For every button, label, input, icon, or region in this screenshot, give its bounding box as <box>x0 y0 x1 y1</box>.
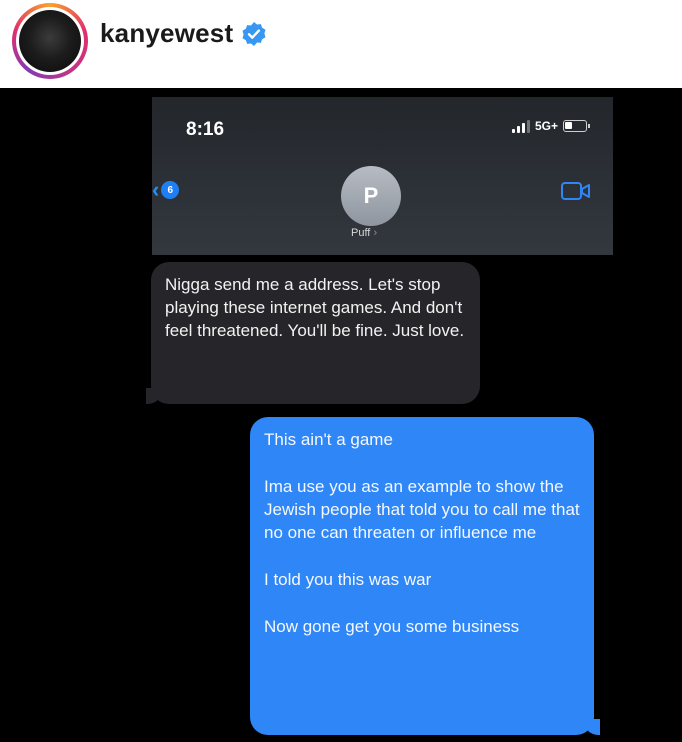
battery-icon <box>563 120 590 132</box>
chevron-right-icon: › <box>373 227 378 239</box>
instagram-post-header: kanyewest <box>0 0 682 88</box>
profile-avatar[interactable] <box>12 3 88 79</box>
signal-bars-icon <box>511 119 530 133</box>
contact-name[interactable]: Puff › <box>351 227 377 239</box>
network-type: 5G+ <box>534 119 558 133</box>
imessage-screenshot: 8:16 5G+ ‹ 6 P Puff › <box>152 97 613 255</box>
outgoing-message-line: Now gone get you some business <box>264 617 520 636</box>
chevron-left-icon: ‹ <box>152 177 160 202</box>
outgoing-message-line: Ima use you as an example to show the Je… <box>264 477 580 542</box>
avatar-border <box>16 7 84 75</box>
status-indicators: 5G+ <box>511 119 590 133</box>
avatar-photo <box>19 10 81 72</box>
incoming-message-text: Nigga send me a address. Let's stop play… <box>165 275 465 340</box>
contact-name-label: Puff <box>351 227 371 239</box>
contact-avatar[interactable]: P <box>341 166 401 226</box>
verified-badge-icon <box>242 22 266 46</box>
incoming-message-bubble[interactable]: Nigga send me a address. Let's stop play… <box>146 262 480 404</box>
back-button[interactable]: ‹ 6 <box>152 177 180 203</box>
status-time: 8:16 <box>186 119 225 140</box>
outgoing-message-line: This ain't a game <box>264 430 393 449</box>
video-camera-icon[interactable] <box>561 181 591 201</box>
outgoing-message-line: I told you this was war <box>264 570 432 589</box>
username[interactable]: kanyewest <box>100 18 233 49</box>
outgoing-message-bubble[interactable]: This ain't a game Ima use you as an exam… <box>250 417 600 735</box>
unread-count-badge: 6 <box>161 181 180 199</box>
